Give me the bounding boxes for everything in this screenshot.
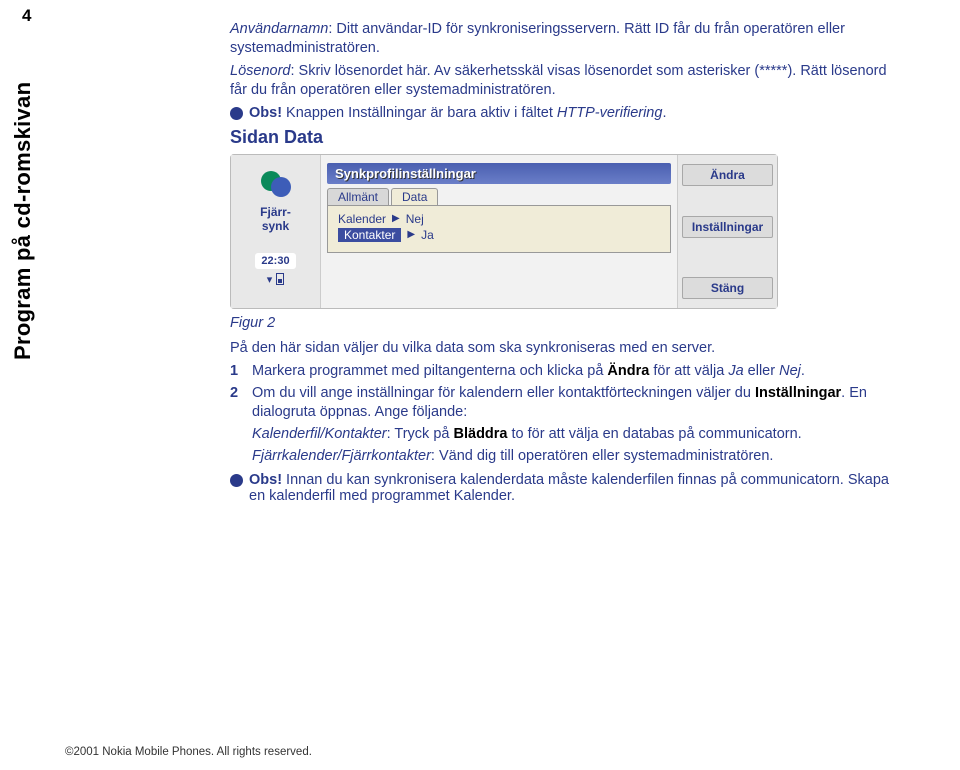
step-1-ja: Ja: [728, 363, 743, 379]
softkey-installningar[interactable]: Inställningar: [682, 216, 773, 238]
device-left-panel: Fjärr- synk 22:30 ▾: [231, 155, 321, 308]
device-status-icons: ▾: [235, 273, 316, 286]
copyright-footer: ©2001 Nokia Mobile Phones. All rights re…: [65, 746, 312, 758]
note-1-label: Obs!: [249, 105, 282, 121]
note-1: Obs! Knappen Inställningar är bara aktiv…: [230, 105, 890, 121]
row-kalender-value: Nej: [406, 212, 424, 226]
tab-data[interactable]: Data: [391, 188, 438, 205]
sub1-bold: Bläddra: [454, 426, 508, 442]
bullet-icon: [230, 474, 243, 487]
figure-label: Figur 2: [230, 315, 890, 331]
tab-row: Allmänt Data: [327, 188, 671, 205]
device-app-name: Fjärr- synk: [235, 205, 316, 234]
paragraph-password: Lösenord: Skriv lösenordet här. Av säker…: [230, 62, 890, 100]
battery-icon: [276, 273, 284, 285]
row-kontakter[interactable]: Kontakter ▶ Ja: [338, 228, 660, 242]
step-2-number: 2: [230, 384, 252, 422]
sync-icon: [259, 167, 293, 201]
dialog-title: Synkprofilinställningar: [327, 163, 671, 184]
note-1-text: Knappen Inställningar är bara aktiv i fä…: [282, 105, 557, 121]
heading-sidan-data: Sidan Data: [230, 127, 890, 148]
row-kalender-label: Kalender: [338, 212, 386, 226]
step-1-number: 1: [230, 362, 252, 381]
signal-icon: ▾: [267, 273, 273, 286]
tab-allmant[interactable]: Allmänt: [327, 188, 389, 205]
sub2-label: Fjärrkalender/Fjärrkontakter: [252, 448, 431, 464]
step-1-mid: för att välja: [649, 363, 728, 379]
softkey-stang[interactable]: Stäng: [682, 277, 773, 299]
softkey-andra[interactable]: Ändra: [682, 164, 773, 186]
step-2-bold: Inställningar: [755, 385, 841, 401]
arrow-icon: ▶: [392, 213, 400, 224]
note-1-end: .: [662, 105, 666, 121]
sub2-rest: : Vänd dig till operatören eller systema…: [431, 448, 774, 464]
text-password: : Skriv lösenordet här. Av säkerhetsskäl…: [230, 63, 887, 98]
step-1-nej: Nej: [779, 363, 801, 379]
paragraph-username: Användarnamn: Ditt användar-ID för synkr…: [230, 20, 890, 58]
step-1-or: eller: [744, 363, 779, 379]
row-kontakter-value: Ja: [421, 228, 434, 242]
main-content: Användarnamn: Ditt användar-ID för synkr…: [230, 20, 890, 507]
sub1-mid: : Tryck på: [387, 426, 454, 442]
device-softkeys: Ändra Inställningar Stäng: [677, 155, 777, 308]
note-2-label: Obs!: [249, 472, 282, 488]
step-1-pre: Markera programmet med piltangenterna oc…: [252, 363, 607, 379]
step-2: 2 Om du vill ange inställningar för kale…: [230, 384, 890, 422]
row-kalender[interactable]: Kalender ▶ Nej: [338, 212, 660, 226]
side-tab-title: Program på cd-romskivan: [10, 82, 36, 360]
note-2-text: Innan du kan synkronisera kalenderdata m…: [249, 472, 889, 504]
note-2: Obs! Innan du kan synkronisera kalenderd…: [230, 472, 890, 504]
paragraph-intro: På den här sidan väljer du vilka data so…: [230, 339, 890, 358]
device-clock: 22:30: [255, 253, 295, 269]
row-kontakter-label: Kontakter: [338, 228, 401, 242]
tab-panel: Kalender ▶ Nej Kontakter ▶ Ja: [327, 205, 671, 253]
arrow-icon: ▶: [407, 229, 415, 240]
sub-kalenderfil: Kalenderfil/Kontakter: Tryck på Bläddra …: [230, 425, 890, 444]
sub1-label: Kalenderfil/Kontakter: [252, 426, 387, 442]
numbered-list: 1 Markera programmet med piltangenterna …: [230, 362, 890, 467]
step-1-end: .: [801, 363, 805, 379]
step-2-pre: Om du vill ange inställningar för kalend…: [252, 385, 755, 401]
device-main-area: Synkprofilinställningar Allmänt Data Kal…: [321, 155, 677, 308]
sub1-rest: to för att välja en databas på communica…: [508, 426, 802, 442]
label-username: Användarnamn: [230, 21, 328, 37]
note-1-field: HTTP-verifiering: [557, 105, 663, 121]
step-1: 1 Markera programmet med piltangenterna …: [230, 362, 890, 381]
bullet-icon: [230, 107, 243, 120]
sub-fjarrkalender: Fjärrkalender/Fjärrkontakter: Vänd dig t…: [230, 447, 890, 466]
step-1-bold: Ändra: [607, 363, 649, 379]
page-number: 4: [22, 6, 31, 26]
label-password: Lösenord: [230, 63, 290, 79]
device-screenshot: Fjärr- synk 22:30 ▾ Synkprofilinställnin…: [230, 154, 778, 309]
